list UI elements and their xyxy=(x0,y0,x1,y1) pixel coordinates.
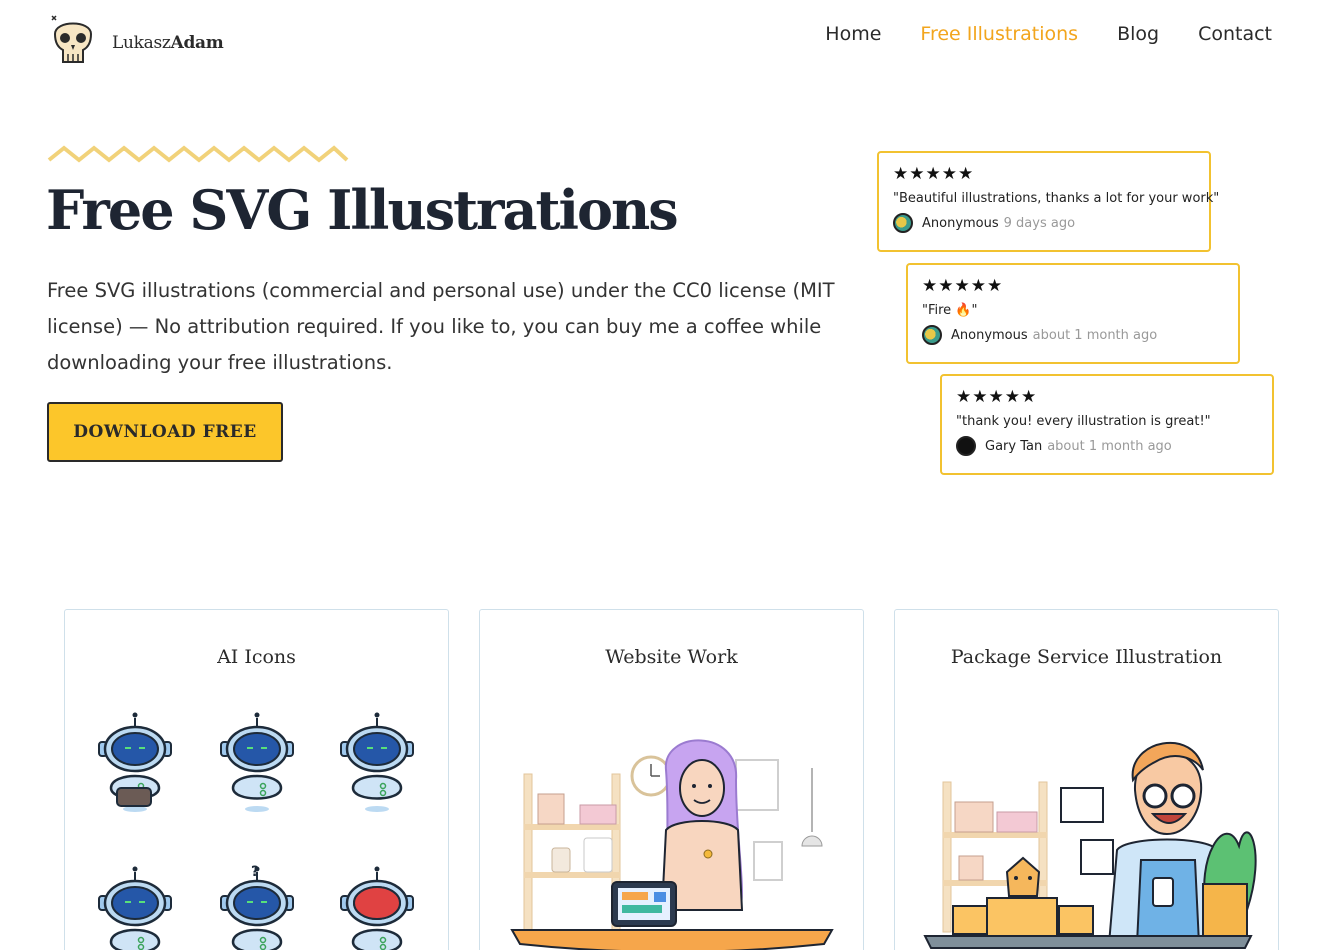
brand-name: LukaszAdam xyxy=(112,33,224,53)
review-card: ★★★★★ "Fire 🔥" Anonymous about 1 month a… xyxy=(906,263,1240,364)
review-quote: "Fire 🔥" xyxy=(922,303,978,318)
package-service-illustration xyxy=(923,741,1257,949)
author-name: Anonymous xyxy=(922,215,999,231)
illustration-card-ai-icons[interactable]: AI Icons ? xyxy=(64,609,449,950)
review-time: about 1 month ago xyxy=(1047,438,1172,454)
review-time: 9 days ago xyxy=(1003,215,1076,231)
review-author: Gary Tan about 1 month ago xyxy=(956,436,1272,456)
site-logo[interactable]: LukaszAdam xyxy=(50,14,224,72)
download-free-button[interactable]: DOWNLOAD FREE xyxy=(47,402,283,462)
nav-blog[interactable]: Blog xyxy=(1117,20,1159,48)
star-rating: ★★★★★ xyxy=(922,276,1004,296)
review-author: Anonymous 9 days ago xyxy=(893,213,1209,233)
star-rating: ★★★★★ xyxy=(956,387,1038,407)
robot-icons-illustration: ? xyxy=(97,711,415,950)
nav-free-illustrations[interactable]: Free Illustrations xyxy=(920,20,1078,48)
page-title: Free SVG Illustrations xyxy=(46,178,679,242)
review-quote: "Beautiful illustrations, thanks a lot f… xyxy=(893,191,1220,206)
website-work-illustration xyxy=(510,739,834,950)
nav-contact[interactable]: Contact xyxy=(1198,20,1272,48)
author-name: Gary Tan xyxy=(985,438,1043,454)
hero-description: Free SVG illustrations (commercial and p… xyxy=(47,279,835,374)
zigzag-decoration xyxy=(47,145,349,163)
illustration-card-website-work[interactable]: Website Work xyxy=(479,609,864,950)
review-card: ★★★★★ "thank you! every illustration is … xyxy=(940,374,1274,475)
avatar xyxy=(893,213,913,233)
main-nav: Home Free Illustrations Blog Contact xyxy=(825,20,1272,48)
review-quote: "thank you! every illustration is great!… xyxy=(956,414,1211,429)
review-author: Anonymous about 1 month ago xyxy=(922,325,1238,345)
illustration-card-package-service[interactable]: Package Service Illustration xyxy=(894,609,1279,950)
avatar xyxy=(956,436,976,456)
skull-logo-icon xyxy=(51,15,93,63)
svg-text:?: ? xyxy=(251,864,259,880)
review-card: ★★★★★ "Beautiful illustrations, thanks a… xyxy=(877,151,1220,252)
star-rating: ★★★★★ xyxy=(893,164,975,184)
avatar xyxy=(922,325,942,345)
nav-home[interactable]: Home xyxy=(825,20,881,48)
review-time: about 1 month ago xyxy=(1032,327,1158,343)
author-name: Anonymous xyxy=(951,327,1028,343)
